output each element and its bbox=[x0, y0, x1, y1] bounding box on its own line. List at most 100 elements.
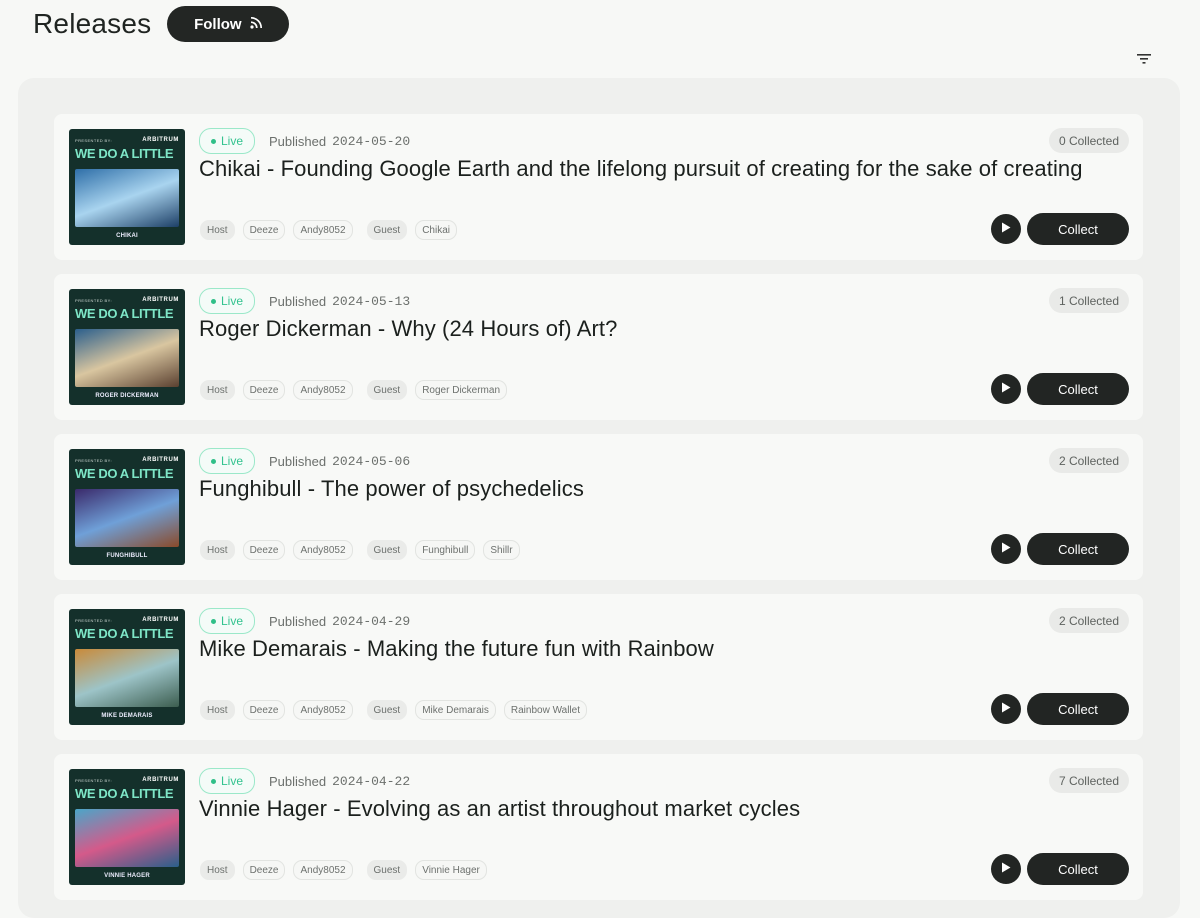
release-card[interactable]: PRESENTED BY: ARBITRUM WE DO A LITTLE RO… bbox=[54, 274, 1143, 420]
release-card[interactable]: PRESENTED BY: ARBITRUM WE DO A LITTLE MI… bbox=[54, 594, 1143, 740]
cover-guest-name: MIKE DEMARAIS bbox=[101, 713, 153, 719]
cover-image[interactable]: PRESENTED BY: ARBITRUM WE DO A LITTLE VI… bbox=[69, 769, 185, 885]
guest-tag[interactable]: Vinnie Hager bbox=[415, 860, 487, 880]
release-title[interactable]: Funghibull - The power of psychedelics bbox=[199, 476, 584, 502]
host-tag[interactable]: Deeze bbox=[242, 700, 286, 720]
live-badge: Live bbox=[199, 448, 256, 474]
arbitrum-logo: ARBITRUM bbox=[142, 457, 179, 463]
collect-button[interactable]: Collect bbox=[1027, 373, 1129, 405]
cover-series-title: WE DO A LITTLE bbox=[75, 146, 174, 161]
release-title[interactable]: Chikai - Founding Google Earth and the l… bbox=[199, 156, 1083, 182]
host-tag[interactable]: Andy8052 bbox=[293, 700, 353, 720]
published-date: 2024-04-22 bbox=[332, 773, 411, 789]
host-role-tag: Host bbox=[200, 700, 235, 720]
cover-header: PRESENTED BY: ARBITRUM bbox=[75, 295, 179, 305]
release-meta: Live Published 2024-05-20 bbox=[199, 128, 410, 154]
release-title[interactable]: Vinnie Hager - Evolving as an artist thr… bbox=[199, 796, 800, 822]
host-tag[interactable]: Deeze bbox=[242, 540, 286, 560]
cover-image[interactable]: PRESENTED BY: ARBITRUM WE DO A LITTLE FU… bbox=[69, 449, 185, 565]
release-card[interactable]: PRESENTED BY: ARBITRUM WE DO A LITTLE CH… bbox=[54, 114, 1143, 260]
guest-tag[interactable]: Funghibull bbox=[415, 540, 476, 560]
published-date: 2024-04-29 bbox=[332, 613, 411, 629]
live-dot-icon bbox=[211, 778, 216, 784]
collect-button[interactable]: Collect bbox=[1027, 693, 1129, 725]
host-role-tag: Host bbox=[200, 380, 235, 400]
guest-tag[interactable]: Rainbow Wallet bbox=[503, 700, 587, 720]
play-button[interactable] bbox=[991, 374, 1021, 404]
live-dot-icon bbox=[211, 458, 216, 464]
host-role-tag: Host bbox=[200, 540, 235, 560]
release-title[interactable]: Mike Demarais - Making the future fun wi… bbox=[199, 636, 714, 662]
arbitrum-logo: ARBITRUM bbox=[142, 297, 179, 303]
collected-count-badge: 0 Collected bbox=[1048, 128, 1129, 153]
guest-tag[interactable]: Shillr bbox=[483, 540, 520, 560]
cover-guest-name: VINNIE HAGER bbox=[104, 873, 150, 879]
guest-tag[interactable]: Roger Dickerman bbox=[415, 380, 508, 400]
collected-count-badge: 2 Collected bbox=[1048, 448, 1129, 473]
arbitrum-logo: ARBITRUM bbox=[142, 137, 179, 143]
cover-series-title: WE DO A LITTLE bbox=[75, 306, 174, 321]
guest-tag[interactable]: Chikai bbox=[415, 220, 457, 240]
host-tag[interactable]: Deeze bbox=[242, 220, 286, 240]
host-tag[interactable]: Deeze bbox=[242, 380, 286, 400]
cover-presented-text: PRESENTED BY: bbox=[75, 457, 112, 463]
host-tag[interactable]: Andy8052 bbox=[293, 220, 353, 240]
published-date: 2024-05-13 bbox=[332, 293, 411, 309]
release-title[interactable]: Roger Dickerman - Why (24 Hours of) Art? bbox=[199, 316, 617, 342]
collect-button[interactable]: Collect bbox=[1027, 533, 1129, 565]
play-button[interactable] bbox=[991, 214, 1021, 244]
play-icon bbox=[1001, 700, 1011, 718]
guest-tag[interactable]: Mike Demarais bbox=[415, 700, 496, 720]
cover-artwork bbox=[75, 169, 179, 227]
host-role-tag: Host bbox=[200, 860, 235, 880]
cover-header: PRESENTED BY: ARBITRUM bbox=[75, 615, 179, 625]
cover-artwork bbox=[75, 489, 179, 547]
host-tag[interactable]: Andy8052 bbox=[293, 380, 353, 400]
cover-presented-text: PRESENTED BY: bbox=[75, 777, 112, 783]
release-meta: Live Published 2024-04-29 bbox=[199, 608, 410, 634]
guest-role-tag: Guest bbox=[366, 860, 408, 880]
cover-image[interactable]: PRESENTED BY: ARBITRUM WE DO A LITTLE RO… bbox=[69, 289, 185, 405]
live-dot-icon bbox=[211, 618, 216, 624]
play-icon bbox=[1001, 860, 1011, 878]
guest-role-tag: Guest bbox=[366, 220, 408, 240]
live-badge: Live bbox=[199, 768, 256, 794]
release-card[interactable]: PRESENTED BY: ARBITRUM WE DO A LITTLE VI… bbox=[54, 754, 1143, 900]
live-badge: Live bbox=[199, 608, 256, 634]
cover-image[interactable]: PRESENTED BY: ARBITRUM WE DO A LITTLE MI… bbox=[69, 609, 185, 725]
participant-tags: Host Deeze Andy8052 Guest Vinnie Hager bbox=[200, 860, 495, 880]
release-meta: Live Published 2024-05-13 bbox=[199, 288, 410, 314]
play-button[interactable] bbox=[991, 854, 1021, 884]
follow-button[interactable]: Follow bbox=[167, 6, 290, 42]
rss-icon bbox=[249, 16, 263, 33]
host-tag[interactable]: Deeze bbox=[242, 860, 286, 880]
release-card[interactable]: PRESENTED BY: ARBITRUM WE DO A LITTLE FU… bbox=[54, 434, 1143, 580]
cover-guest-name: CHIKAI bbox=[116, 233, 138, 239]
host-role-tag: Host bbox=[200, 220, 235, 240]
participant-tags: Host Deeze Andy8052 Guest Funghibull Shillr bbox=[200, 540, 528, 560]
host-tag[interactable]: Andy8052 bbox=[293, 540, 353, 560]
participant-tags: Host Deeze Andy8052 Guest Chikai bbox=[200, 220, 465, 240]
release-meta: Live Published 2024-04-22 bbox=[199, 768, 410, 794]
play-button[interactable] bbox=[991, 694, 1021, 724]
cover-image[interactable]: PRESENTED BY: ARBITRUM WE DO A LITTLE CH… bbox=[69, 129, 185, 245]
cover-header: PRESENTED BY: ARBITRUM bbox=[75, 455, 179, 465]
cover-series-title: WE DO A LITTLE bbox=[75, 466, 174, 481]
cover-guest-name: ROGER DICKERMAN bbox=[95, 393, 159, 399]
cover-presented-text: PRESENTED BY: bbox=[75, 297, 112, 303]
play-icon bbox=[1001, 540, 1011, 558]
live-dot-icon bbox=[211, 138, 216, 144]
cover-presented-text: PRESENTED BY: bbox=[75, 137, 112, 143]
play-button[interactable] bbox=[991, 534, 1021, 564]
arbitrum-logo: ARBITRUM bbox=[142, 777, 179, 783]
filter-button[interactable] bbox=[1134, 50, 1154, 70]
live-badge: Live bbox=[199, 128, 256, 154]
cover-artwork bbox=[75, 329, 179, 387]
host-tag[interactable]: Andy8052 bbox=[293, 860, 353, 880]
cover-artwork bbox=[75, 649, 179, 707]
release-meta: Live Published 2024-05-06 bbox=[199, 448, 410, 474]
collect-button[interactable]: Collect bbox=[1027, 213, 1129, 245]
collect-button[interactable]: Collect bbox=[1027, 853, 1129, 885]
cover-series-title: WE DO A LITTLE bbox=[75, 626, 174, 641]
published-label: Published bbox=[269, 293, 327, 309]
